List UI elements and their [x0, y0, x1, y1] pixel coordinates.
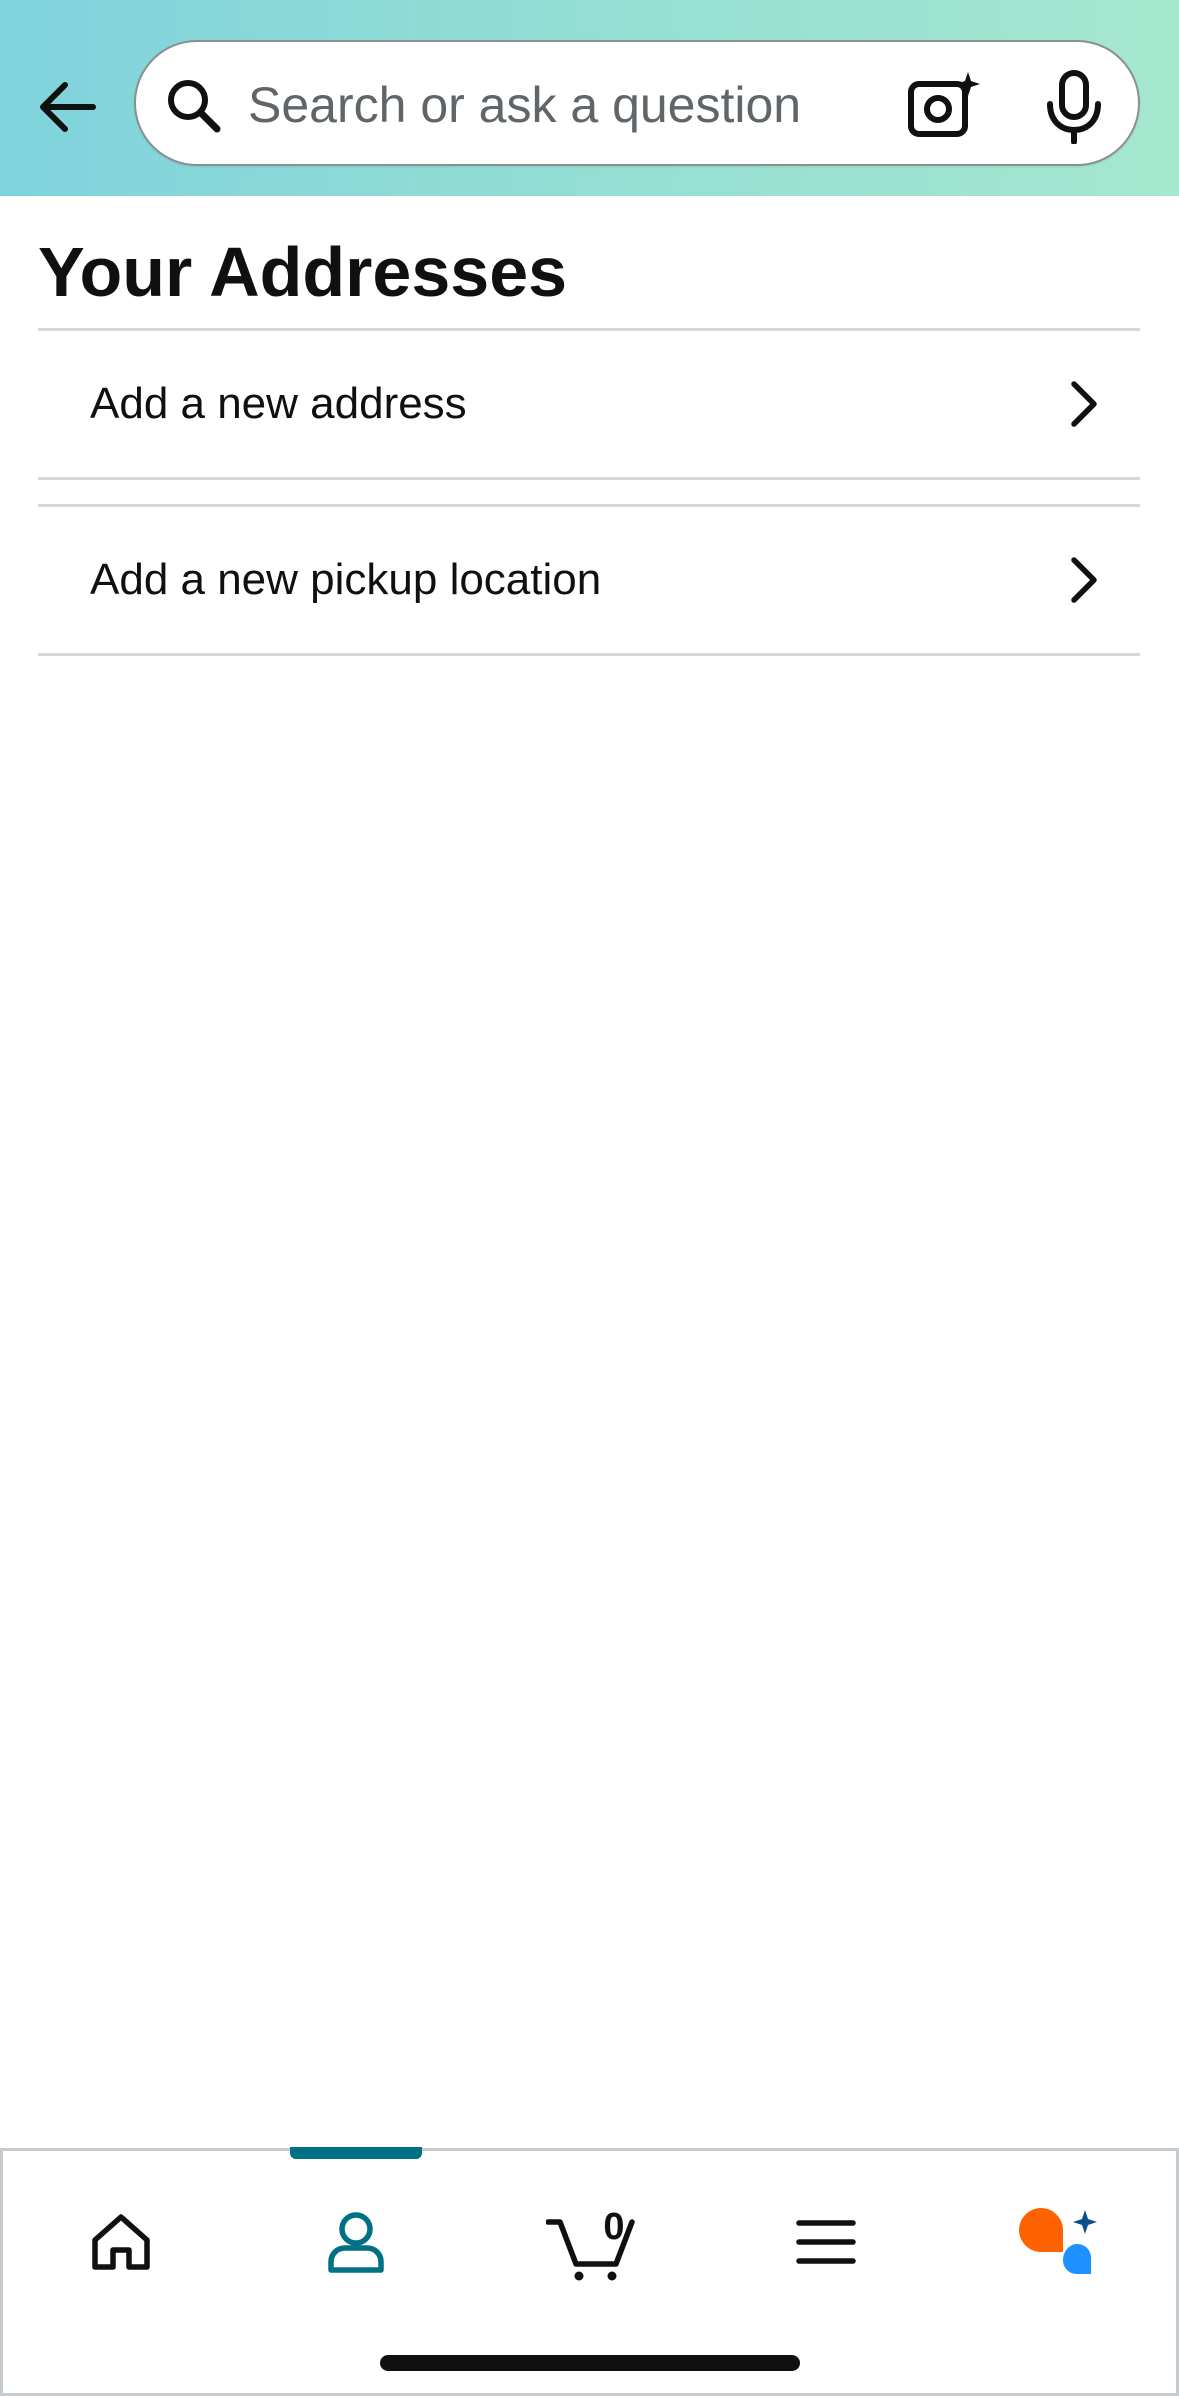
page-title: Your Addresses: [38, 233, 568, 311]
home-indicator: [380, 2355, 800, 2371]
search-input[interactable]: [248, 60, 888, 150]
top-header: [0, 0, 1179, 196]
cart-icon: [546, 2219, 635, 2281]
back-button[interactable]: [28, 68, 106, 146]
nav-assistant[interactable]: [989, 2187, 1129, 2297]
home-icon: [92, 2214, 150, 2270]
chevron-right-icon: [1071, 381, 1097, 427]
active-tab-indicator: [290, 2147, 422, 2159]
add-new-address-label: Add a new address: [90, 379, 467, 428]
chevron-right-icon: [1071, 557, 1097, 603]
add-new-address-button[interactable]: Add a new address: [38, 328, 1140, 480]
search-icon: [168, 80, 221, 133]
address-options-list: Add a new address Add a new pickup locat…: [38, 328, 1140, 656]
nav-menu[interactable]: [756, 2187, 896, 2297]
nav-cart[interactable]: 0: [521, 2187, 661, 2297]
assistant-icon: [1019, 2208, 1097, 2274]
cart-wrapper: 0: [546, 2202, 636, 2282]
search-bar[interactable]: [134, 40, 1140, 166]
add-new-pickup-location-label: Add a new pickup location: [90, 555, 602, 604]
add-new-pickup-location-button[interactable]: Add a new pickup location: [38, 504, 1140, 656]
camera-icon[interactable]: [906, 70, 982, 140]
menu-icon: [796, 2220, 856, 2264]
account-icon: [328, 2212, 384, 2273]
microphone-icon[interactable]: [1042, 70, 1106, 144]
nav-account[interactable]: [286, 2187, 426, 2297]
arrow-left-icon: [40, 82, 96, 132]
nav-home[interactable]: [51, 2187, 191, 2297]
